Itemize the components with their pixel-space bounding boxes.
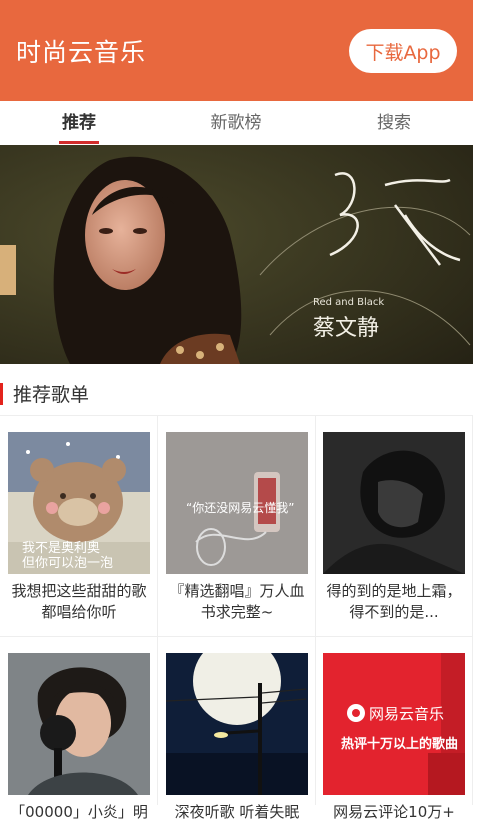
playlist-title: 『精选翻唱』万人血书求完整~ bbox=[169, 582, 305, 621]
playlist-title: 深夜听歌 听着失眠 bbox=[174, 803, 300, 821]
banner-image: Red and Black 蔡文静 bbox=[0, 145, 473, 364]
playlist-cover bbox=[166, 653, 308, 795]
tab-new-songs[interactable]: 新歌榜 bbox=[186, 101, 286, 145]
grid-divider bbox=[157, 415, 158, 805]
playlist-title: 我想把这些甜甜的歌都唱给你听 bbox=[11, 582, 147, 621]
banner-subtitle: Red and Black bbox=[313, 297, 384, 308]
playlist-cover: “你还没网易云懂我” bbox=[166, 432, 308, 574]
svg-text:我不是奥利奥: 我不是奥利奥 bbox=[22, 541, 100, 556]
svg-text:网易云音乐: 网易云音乐 bbox=[369, 705, 444, 723]
section-marker bbox=[0, 383, 3, 405]
playlist-cover bbox=[8, 653, 150, 795]
playlist-cover bbox=[323, 432, 465, 574]
playlist-title: 网易云评论10万+ bbox=[333, 803, 455, 821]
grid-divider bbox=[0, 415, 473, 416]
svg-text:但你可以泡一泡: 但你可以泡一泡 bbox=[22, 556, 113, 571]
svg-text:“你还没网易云懂我”: “你还没网易云懂我” bbox=[186, 500, 294, 515]
app-header: 时尚云音乐 下载App bbox=[0, 0, 473, 101]
active-tab-indicator bbox=[59, 141, 99, 144]
banner-artist: 蔡文静 bbox=[313, 316, 379, 341]
app-title: 时尚云音乐 bbox=[16, 38, 147, 67]
playlist-cover: 网易云音乐 热评十万以上的歌曲 bbox=[323, 653, 465, 795]
grid-divider bbox=[472, 415, 473, 805]
playlist-title: 得的到的是地上霜，得不到的是... bbox=[326, 582, 462, 621]
grid-divider bbox=[315, 415, 316, 805]
banner[interactable]: Red and Black 蔡文静 bbox=[0, 145, 473, 364]
tab-recommend[interactable]: 推荐 bbox=[29, 101, 129, 145]
svg-text:热评十万以上的歌曲: 热评十万以上的歌曲 bbox=[341, 736, 458, 752]
playlist-cover: 我不是奥利奥 但你可以泡一泡 bbox=[8, 432, 150, 574]
tab-bar: 推荐 新歌榜 搜索 bbox=[0, 101, 473, 146]
tab-search[interactable]: 搜索 bbox=[344, 101, 444, 145]
playlist-title: 「00000」小炎」明 bbox=[10, 803, 148, 821]
grid-divider bbox=[0, 636, 473, 637]
section-title: 推荐歌单 bbox=[13, 384, 90, 406]
download-app-button[interactable]: 下载App bbox=[349, 29, 457, 73]
